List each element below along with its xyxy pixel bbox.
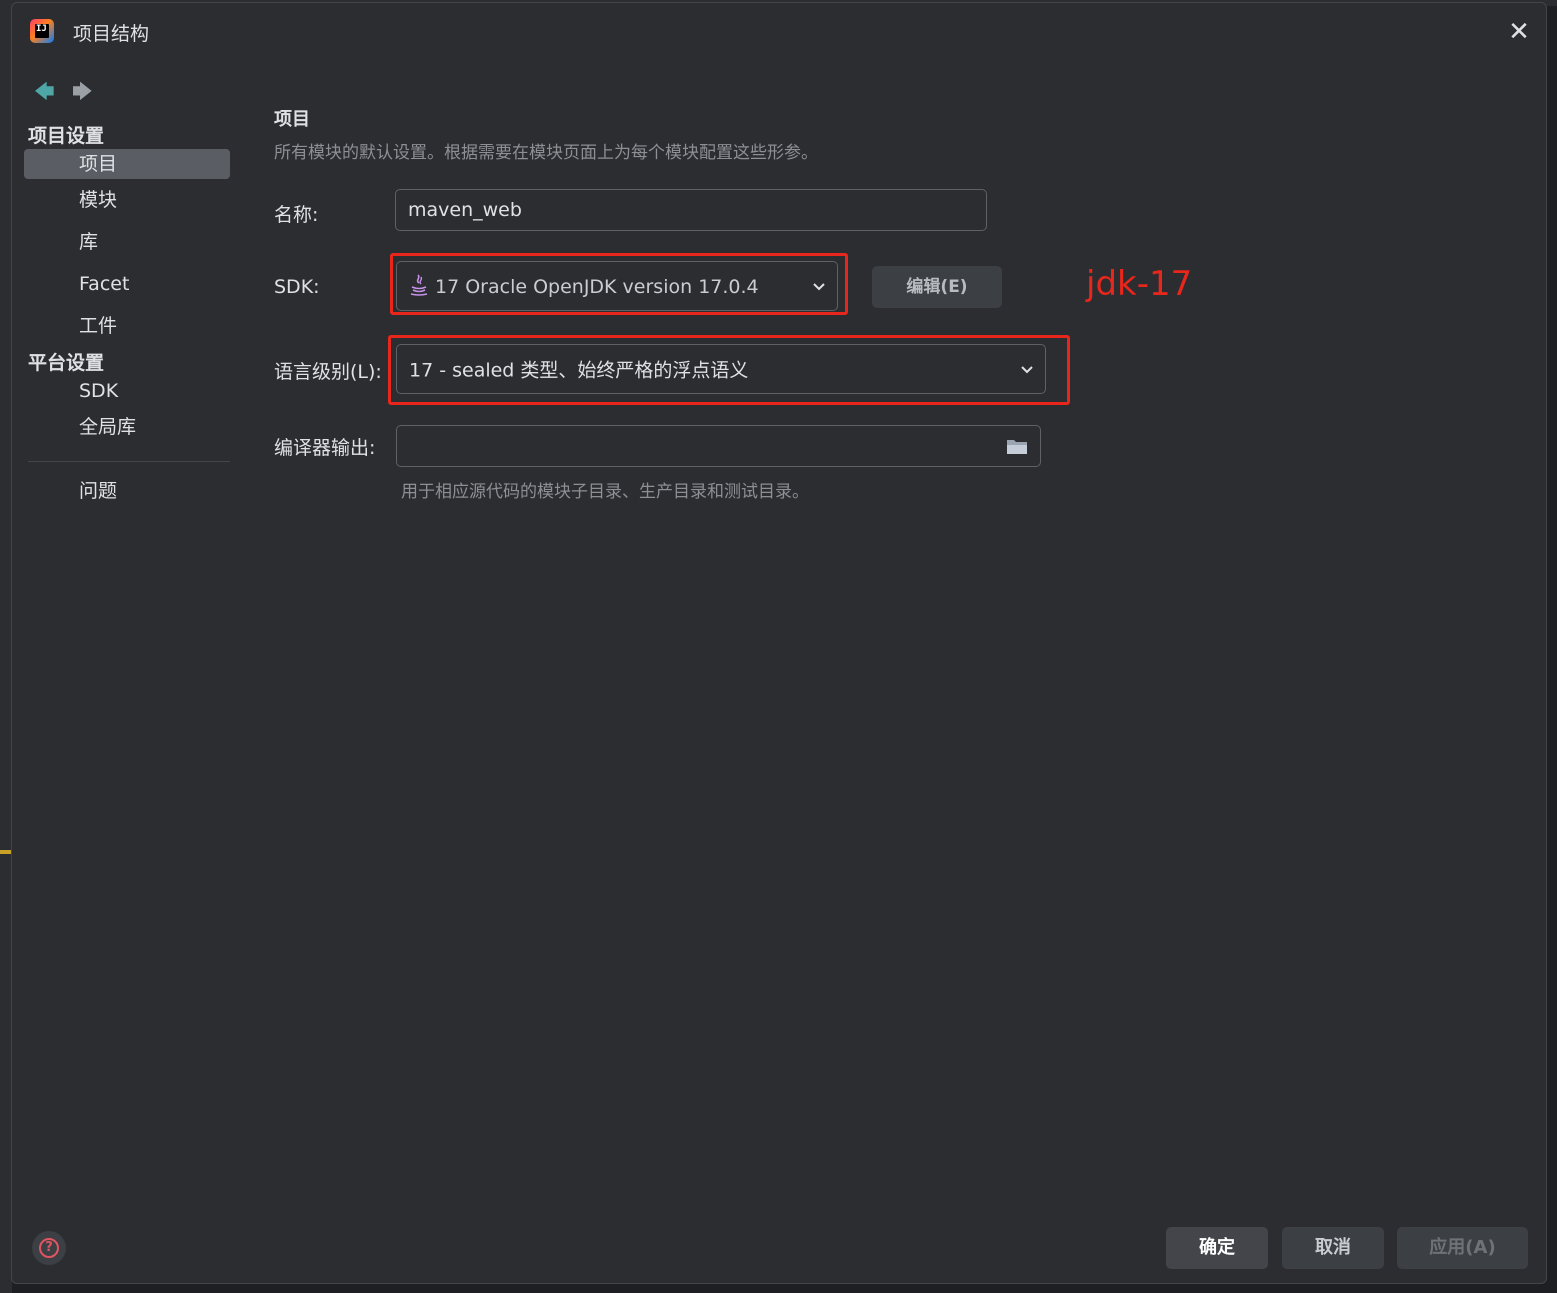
sidebar-item-problems[interactable]: 问题: [24, 476, 230, 506]
sdk-edit-button[interactable]: 编辑(E): [872, 266, 1002, 308]
compiler-output-input[interactable]: [396, 425, 1041, 467]
dialog-title: 项目结构: [73, 23, 150, 45]
name-input[interactable]: [395, 189, 987, 231]
sidebar: 🡄 🡆 项目设置 项目 模块 库 Facet 工件 平台设置 SDK 全局库 问…: [12, 61, 244, 1211]
group-title-project-settings: 项目设置: [28, 125, 105, 147]
sdk-value-wrap: 17 Oracle OpenJDK version 17.0.4: [409, 274, 759, 298]
sidebar-item-global-libraries[interactable]: 全局库: [24, 412, 230, 442]
chevron-down-icon: [813, 283, 825, 291]
compiler-output-hint: 用于相应源代码的模块子目录、生产目录和测试目录。: [401, 482, 809, 502]
project-structure-dialog: IJ 项目结构 ✕ 🡄 🡆 项目设置 项目 模块 库 Facet 工件 平台设置…: [11, 2, 1547, 1284]
language-level-value: 17 - sealed 类型、始终严格的浮点语义: [409, 359, 749, 382]
help-button[interactable]: ?: [32, 1231, 66, 1265]
folder-icon[interactable]: [1006, 437, 1028, 455]
sidebar-item-project[interactable]: 项目: [24, 149, 230, 179]
sidebar-item-libraries[interactable]: 库: [24, 227, 230, 257]
section-description: 所有模块的默认设置。根据需要在模块页面上为每个模块配置这些形参。: [274, 143, 818, 163]
sidebar-divider: [28, 461, 230, 462]
name-label: 名称:: [274, 204, 319, 226]
compiler-output-label: 编译器输出:: [274, 437, 376, 459]
forward-arrow-icon[interactable]: 🡆: [72, 77, 93, 111]
sdk-label: SDK:: [274, 276, 320, 298]
back-arrow-icon[interactable]: 🡄: [34, 77, 55, 111]
cancel-button[interactable]: 取消: [1282, 1227, 1384, 1269]
sidebar-item-modules[interactable]: 模块: [24, 185, 230, 215]
language-level-combobox[interactable]: 17 - sealed 类型、始终严格的浮点语义: [396, 344, 1046, 394]
dialog-titlebar: IJ 项目结构 ✕: [12, 3, 1546, 61]
ok-button[interactable]: 确定: [1166, 1227, 1268, 1269]
sdk-combobox[interactable]: 17 Oracle OpenJDK version 17.0.4: [396, 261, 838, 311]
jdk-annotation: jdk-17: [1086, 264, 1193, 304]
sidebar-item-artifacts[interactable]: 工件: [24, 311, 230, 341]
java-icon: [410, 274, 428, 296]
close-icon[interactable]: ✕: [1506, 19, 1532, 45]
language-level-label: 语言级别(L):: [274, 361, 382, 383]
help-icon: ?: [39, 1238, 59, 1258]
apply-button[interactable]: 应用(A): [1397, 1227, 1528, 1269]
sidebar-item-facet[interactable]: Facet: [24, 269, 230, 299]
group-title-platform-settings: 平台设置: [28, 352, 105, 374]
sidebar-item-sdk[interactable]: SDK: [24, 376, 230, 406]
section-title: 项目: [274, 109, 310, 130]
chevron-down-icon: [1021, 366, 1033, 374]
sdk-value: 17 Oracle OpenJDK version 17.0.4: [435, 276, 759, 298]
intellij-logo-icon: IJ: [30, 19, 54, 43]
